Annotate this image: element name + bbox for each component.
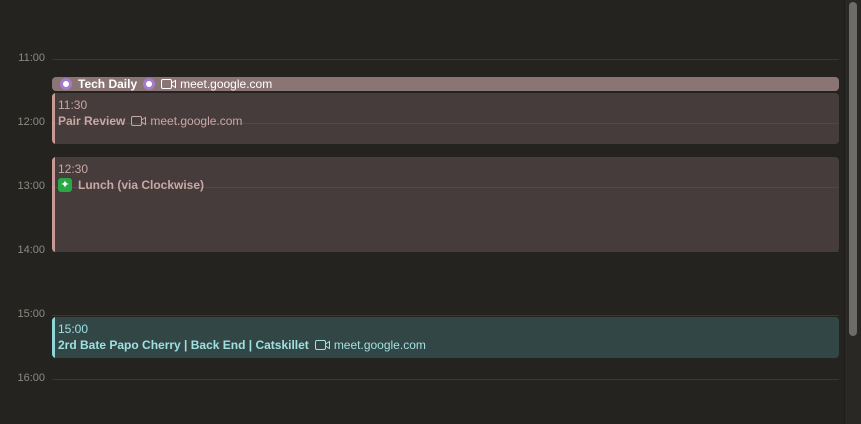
video-camera-icon bbox=[131, 116, 147, 126]
event-pair-review[interactable]: 11:30 Pair Review meet.google.com bbox=[52, 93, 839, 144]
hour-label: 12:00 bbox=[17, 116, 45, 128]
event-lunch[interactable]: 12:30 ✦ Lunch (via Clockwise) bbox=[52, 157, 839, 252]
event-title: Pair Review bbox=[58, 114, 126, 128]
event-location[interactable]: meet.google.com bbox=[314, 337, 426, 353]
event-accent-bar bbox=[52, 93, 55, 144]
video-camera-icon bbox=[161, 79, 177, 89]
hour-label: 16:00 bbox=[17, 372, 45, 384]
event-location[interactable]: meet.google.com bbox=[161, 77, 272, 91]
event-accent-bar bbox=[52, 317, 55, 358]
event-tech-daily[interactable]: Tech Daily meet.google.com bbox=[52, 77, 839, 91]
hour-label: 15:00 bbox=[17, 308, 45, 320]
hour-label: 14:00 bbox=[17, 244, 45, 256]
scrollbar-thumb[interactable] bbox=[849, 2, 857, 336]
event-bate-papo[interactable]: 15:00 2rd Bate Papo Cherry | Back End | … bbox=[52, 317, 839, 358]
event-location-text: meet.google.com bbox=[180, 77, 273, 91]
event-title: 2rd Bate Papo Cherry | Back End | Catski… bbox=[58, 338, 309, 352]
hour-label: 11:00 bbox=[18, 52, 45, 64]
event-location-text: meet.google.com bbox=[150, 114, 243, 128]
event-location-text: meet.google.com bbox=[333, 338, 426, 352]
event-time: 15:00 bbox=[58, 322, 89, 336]
video-camera-icon bbox=[314, 340, 330, 350]
hour-label: 13:00 bbox=[17, 180, 45, 192]
octocat-icon bbox=[143, 78, 156, 90]
hour-line bbox=[52, 315, 839, 316]
event-location[interactable]: meet.google.com bbox=[131, 113, 242, 129]
hour-line bbox=[52, 59, 839, 60]
event-accent-bar bbox=[52, 157, 55, 252]
event-time: 12:30 bbox=[58, 162, 89, 176]
event-time: 11:30 bbox=[58, 98, 88, 112]
hour-line bbox=[52, 379, 839, 380]
octocat-icon bbox=[60, 78, 72, 90]
event-title: Tech Daily bbox=[78, 77, 138, 91]
event-title: Lunch (via Clockwise) bbox=[78, 178, 205, 192]
clockwise-spark-icon: ✦ bbox=[58, 178, 72, 192]
vertical-scrollbar[interactable] bbox=[844, 0, 861, 424]
calendar-day-view: 11:00 12:00 13:00 14:00 15:00 16:00 Tech… bbox=[0, 0, 861, 424]
